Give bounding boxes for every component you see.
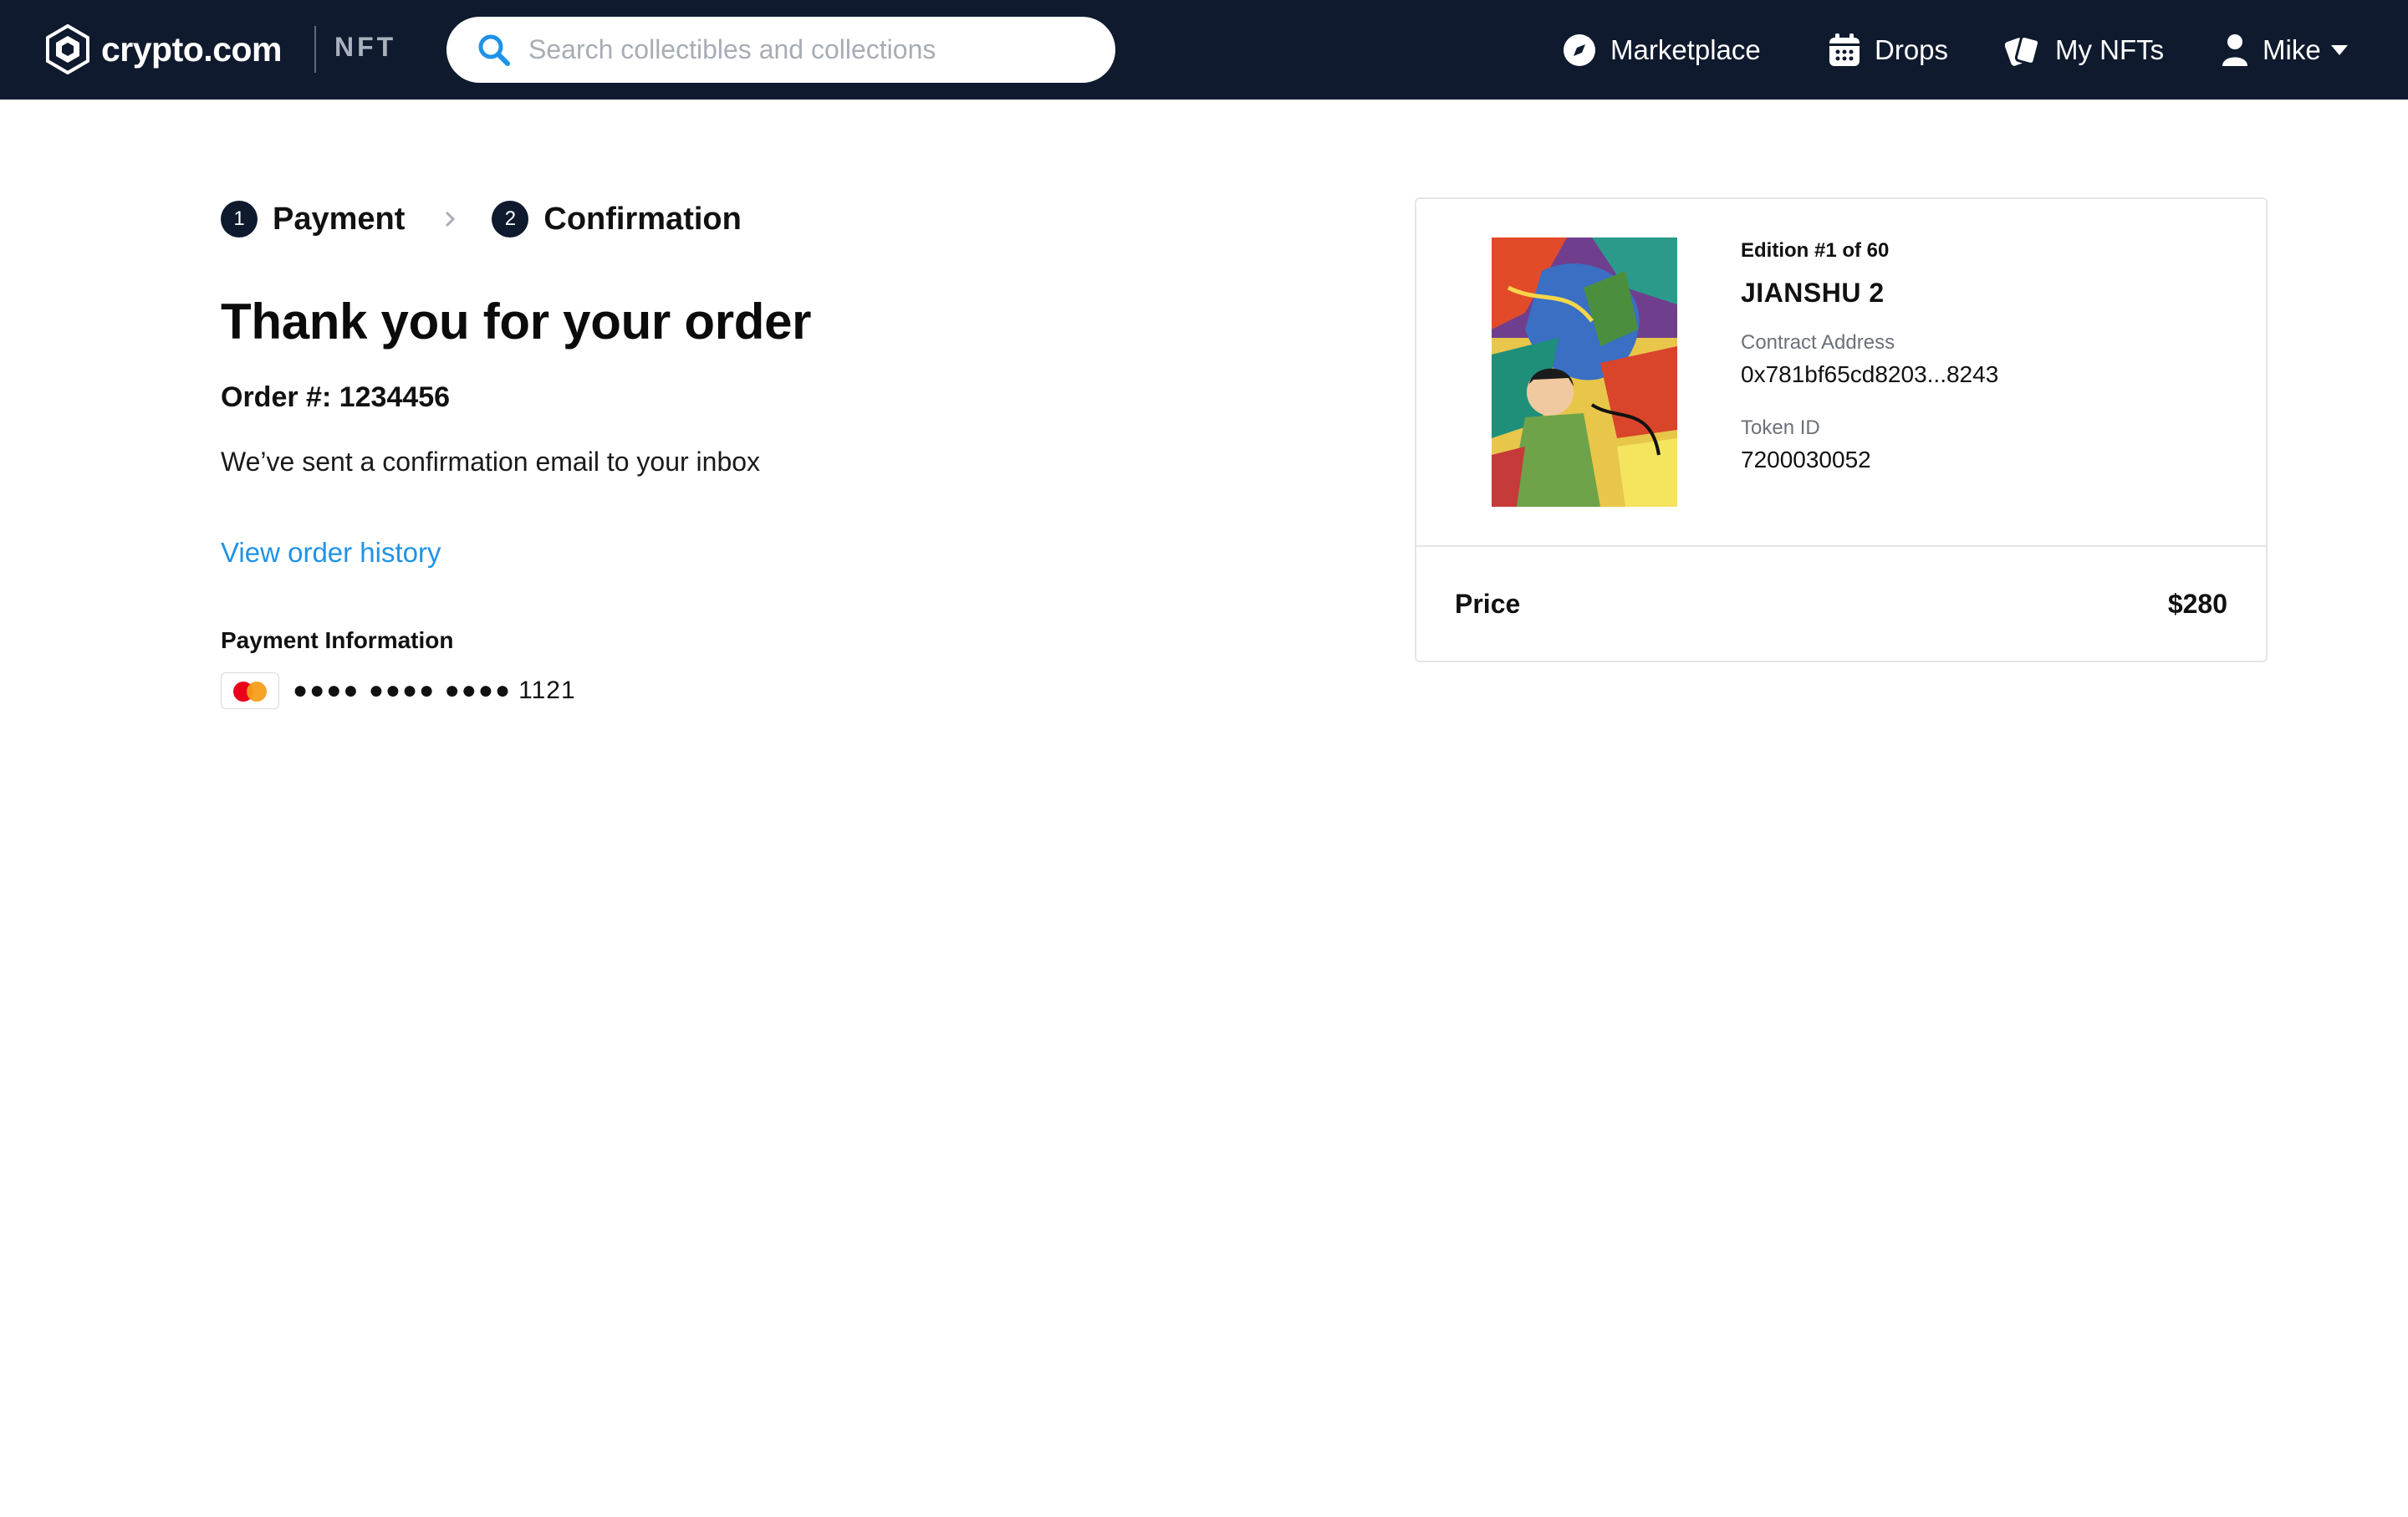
payment-information-heading: Payment Information (221, 627, 454, 653)
view-order-history-link[interactable]: View order history (221, 537, 441, 569)
search-icon (478, 34, 510, 66)
user-icon (2222, 34, 2247, 66)
order-number: Order #: 1234456 (221, 381, 451, 413)
calendar-icon (1829, 33, 1860, 66)
step-confirmation: Confirmation (543, 201, 742, 237)
nav-drops[interactable]: Drops (1828, 25, 1948, 75)
logo-divider (314, 26, 316, 73)
user-menu[interactable]: Mike (2221, 25, 2348, 75)
contract-address-label: Contract Address (1741, 331, 1895, 354)
step-number-payment: 1 (221, 201, 258, 238)
nft-artwork-image[interactable] (1492, 238, 1677, 507)
token-id-label: Token ID (1741, 416, 1820, 439)
confirmation-message: We’ve sent a confirmation email to your … (221, 447, 761, 477)
logo-text: crypto.com (101, 29, 283, 69)
card-last4: 1121 (518, 677, 576, 704)
checkout-steps: 1 Payment 2 Confirmation (221, 199, 742, 239)
top-nav-bar: crypto.com NFT Marketplace Drops (0, 0, 2408, 100)
nft-artwork (1492, 238, 1677, 507)
compass-icon (1564, 34, 1595, 66)
nav-marketplace[interactable]: Marketplace (1562, 25, 1761, 75)
site-logo[interactable]: crypto.com (46, 24, 283, 74)
payment-card: ●●●● ●●●● ●●●● 1121 (221, 672, 576, 709)
card-number: ●●●● ●●●● ●●●● 1121 (293, 677, 576, 705)
search-bar[interactable] (446, 17, 1115, 83)
card-mask-dots: ●●●● ●●●● ●●●● (293, 677, 513, 704)
nav-my-nfts-label: My NFTs (2055, 34, 2165, 65)
search-input[interactable] (528, 34, 1080, 65)
step-payment: Payment (273, 201, 406, 237)
contract-address-value: 0x781bf65cd8203...8243 (1741, 361, 1999, 387)
chevron-down-icon (2330, 45, 2348, 55)
token-id-value: 7200030052 (1741, 447, 1871, 472)
price-value: $280 (2167, 589, 2227, 619)
crypto-com-lion-icon (46, 24, 89, 74)
mastercard-icon (221, 672, 279, 709)
nft-cards-icon (2005, 35, 2041, 66)
nft-name: JIANSHU 2 (1741, 278, 1885, 308)
nav-drops-label: Drops (1875, 34, 1949, 65)
chevron-right-icon (446, 211, 456, 227)
nav-my-nfts[interactable]: My NFTs (2005, 25, 2164, 75)
nav-marketplace-label: Marketplace (1610, 34, 1761, 65)
step-number-confirmation: 2 (492, 201, 529, 238)
logo-nft-label: NFT (334, 32, 397, 62)
edition-label: Edition #1 of 60 (1741, 239, 1890, 262)
user-name: Mike (2263, 34, 2321, 65)
order-summary-card: Edition #1 of 60 JIANSHU 2 Contract Addr… (1415, 197, 2268, 662)
page-title: Thank you for your order (221, 294, 812, 350)
summary-divider (1416, 545, 2266, 547)
price-label: Price (1455, 589, 1521, 619)
